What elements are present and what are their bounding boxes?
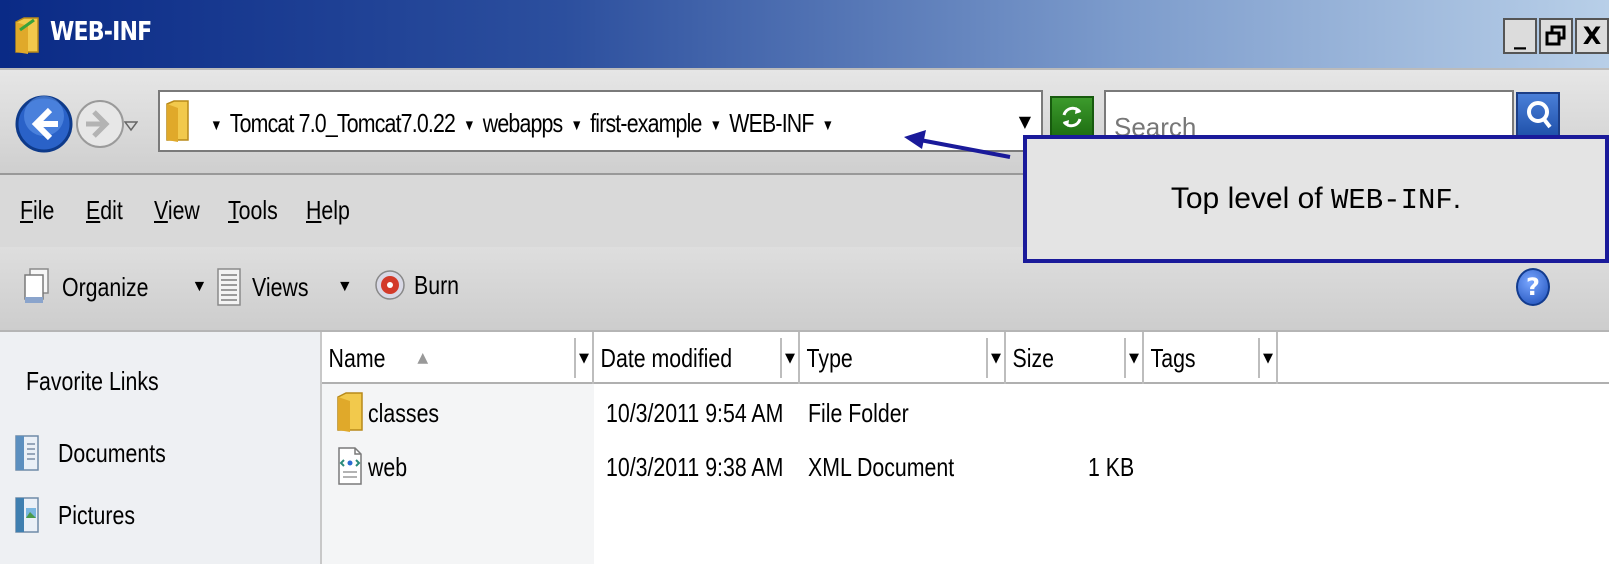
file-date: 10/3/2011 9:38 AM — [606, 452, 784, 482]
views-icon — [217, 268, 241, 306]
breadcrumb-separator[interactable]: ▼ — [571, 117, 583, 134]
burn-label: Burn — [414, 269, 460, 300]
documents-icon — [15, 435, 39, 471]
chevron-down-icon[interactable]: ▼ — [1124, 338, 1142, 378]
menu-accelerator: F — [20, 195, 34, 225]
burn-button[interactable]: Burn — [374, 267, 469, 303]
views-button[interactable]: Views ▼ — [216, 267, 353, 307]
file-name: web — [368, 452, 408, 482]
breadcrumb-item[interactable]: webapps — [483, 108, 563, 138]
window-controls: _ X — [1503, 18, 1609, 54]
search-button[interactable] — [1516, 92, 1560, 140]
menu-accelerator: E — [86, 195, 101, 225]
column-header-label: Tags — [1150, 342, 1196, 373]
menu-accelerator: H — [306, 195, 322, 225]
breadcrumb-separator[interactable]: ▼ — [710, 117, 722, 134]
navigation-pane: Favorite Links Documents Pictures — [0, 332, 322, 564]
folder-icon — [15, 17, 39, 54]
menu-edit[interactable]: Edit — [86, 195, 123, 226]
menu-label: dit — [100, 195, 123, 225]
menu-label: iew — [167, 195, 200, 225]
back-button[interactable] — [14, 94, 74, 154]
organize-icon — [24, 268, 49, 303]
column-header-label: Date modified — [600, 342, 733, 373]
close-button[interactable]: X — [1575, 18, 1609, 54]
nav-item-documents[interactable]: Documents — [14, 434, 190, 472]
xml-file-icon — [338, 447, 362, 485]
window-title: WEB-INF — [50, 17, 152, 47]
recent-pages-dropdown[interactable] — [124, 120, 138, 132]
breadcrumb-separator[interactable]: ▼ — [463, 117, 475, 134]
chevron-down-icon[interactable]: ▼ — [986, 338, 1004, 378]
breadcrumb-item[interactable]: WEB-INF — [729, 108, 814, 138]
column-header-size[interactable]: Size ▼ — [1006, 332, 1144, 384]
file-type: File Folder — [808, 398, 909, 428]
column-header-label: Size — [1012, 342, 1055, 373]
column-header-type[interactable]: Type ▼ — [800, 332, 1006, 384]
callout-box: Top level of WEB-INF. — [1023, 135, 1609, 263]
menu-view[interactable]: View — [154, 195, 200, 226]
refresh-button[interactable] — [1050, 96, 1094, 138]
search-icon — [1527, 101, 1552, 129]
column-header-label: Type — [806, 342, 853, 373]
file-row[interactable]: classes 10/3/2011 9:54 AM File Folder — [322, 388, 1609, 440]
column-header-label: Name — [328, 342, 386, 373]
favorite-links-title: Favorite Links — [26, 366, 159, 396]
organize-label: Organize — [62, 271, 149, 302]
callout-text: Top level of WEB-INF. — [1171, 182, 1461, 217]
nav-item-label: Pictures — [58, 499, 136, 530]
callout-code: WEB-INF — [1330, 183, 1453, 217]
help-button[interactable]: ? — [1516, 268, 1550, 306]
file-type: XML Document — [808, 452, 955, 482]
chevron-down-icon: ▼ — [191, 278, 208, 295]
chevron-down-icon[interactable]: ▼ — [574, 338, 592, 378]
breadcrumb-item[interactable]: Tomcat 7.0_Tomcat7.0.22 — [230, 108, 456, 138]
nav-item-label: Documents — [58, 437, 166, 468]
file-row[interactable]: web 10/3/2011 9:38 AM XML Document 1 KB — [322, 442, 1609, 494]
breadcrumb-separator[interactable]: ▼ — [210, 117, 222, 134]
breadcrumb: ▼ Tomcat 7.0_Tomcat7.0.22 ▼ webapps ▼ first-e… — [202, 108, 841, 139]
breadcrumb-separator[interactable]: ▼ — [822, 117, 834, 134]
views-label: Views — [252, 271, 309, 302]
column-header-date-modified[interactable]: Date modified ▼ — [594, 332, 800, 384]
menu-label: ile — [33, 195, 55, 225]
menu-tools[interactable]: Tools — [228, 195, 278, 226]
forward-button[interactable] — [74, 98, 126, 150]
file-date: 10/3/2011 9:54 AM — [606, 398, 784, 428]
restore-icon — [1545, 25, 1566, 46]
menu-accelerator: T — [228, 195, 239, 225]
burn-icon — [375, 270, 405, 300]
folder-icon — [166, 100, 189, 142]
menu-label: ools — [238, 195, 278, 225]
file-size: 1 KB — [1088, 452, 1135, 482]
menu-help[interactable]: Help — [306, 195, 350, 226]
callout-suffix: . — [1452, 181, 1462, 215]
chevron-down-icon[interactable]: ▼ — [780, 338, 798, 378]
organize-button[interactable]: Organize ▼ — [22, 267, 207, 307]
chevron-down-icon[interactable]: ▼ — [1258, 338, 1276, 378]
pictures-icon — [15, 497, 39, 533]
folder-icon — [337, 392, 363, 432]
minimize-button[interactable]: _ — [1503, 18, 1537, 54]
callout-prefix: Top level of — [1170, 181, 1331, 215]
column-headers: Name ▲ ▼ Date modified ▼ Type ▼ Size ▼ T… — [322, 332, 1609, 384]
breadcrumb-item[interactable]: first-example — [590, 108, 702, 138]
restore-button[interactable] — [1539, 18, 1573, 54]
title-bar: WEB-INF _ X — [0, 0, 1609, 68]
column-header-tags[interactable]: Tags ▼ — [1144, 332, 1278, 384]
column-header-name[interactable]: Name ▲ ▼ — [322, 332, 594, 384]
address-history-dropdown[interactable]: ▼ — [1019, 112, 1031, 131]
refresh-icon — [1062, 106, 1082, 128]
file-list: Name ▲ ▼ Date modified ▼ Type ▼ Size ▼ T… — [322, 332, 1609, 564]
sort-ascending-icon: ▲ — [417, 350, 429, 366]
nav-item-pictures[interactable]: Pictures — [14, 496, 152, 534]
menu-file[interactable]: File — [20, 195, 54, 226]
address-box[interactable]: ▼ Tomcat 7.0_Tomcat7.0.22 ▼ webapps ▼ first-e… — [158, 90, 1043, 152]
menu-accelerator: V — [154, 195, 168, 225]
file-name: classes — [368, 398, 440, 428]
chevron-down-icon: ▼ — [336, 278, 353, 295]
menu-label: elp — [321, 195, 350, 225]
